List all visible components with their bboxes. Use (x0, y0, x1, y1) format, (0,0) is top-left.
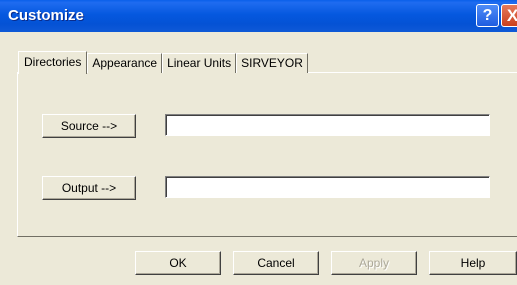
output-path-field[interactable] (165, 176, 490, 198)
window-title: Customize (8, 7, 84, 24)
tab-appearance[interactable]: Appearance (87, 53, 163, 73)
cancel-button[interactable]: Cancel (233, 251, 319, 275)
help-icon[interactable]: ? (476, 4, 499, 27)
apply-button[interactable]: Apply (331, 251, 417, 275)
tab-directories[interactable]: Directories (18, 51, 88, 74)
tab-sirveyor[interactable]: SIRVEYOR (236, 53, 308, 73)
output-button[interactable]: Output --> (42, 176, 136, 200)
customize-dialog: Customize ? X Directories Appearance Lin… (0, 0, 517, 285)
tab-strip: Directories Appearance Linear Units SIRV… (18, 51, 308, 74)
help-button[interactable]: Help (429, 251, 517, 275)
ok-button[interactable]: OK (135, 251, 221, 275)
directories-tab-panel (17, 72, 517, 237)
source-path-field[interactable] (165, 114, 490, 136)
tab-linear-units[interactable]: Linear Units (162, 53, 237, 73)
source-button[interactable]: Source --> (42, 114, 136, 138)
title-bar[interactable]: Customize ? X (0, 0, 517, 32)
output-path-input[interactable] (166, 177, 489, 197)
close-icon[interactable]: X (501, 4, 517, 27)
source-path-input[interactable] (166, 115, 489, 135)
